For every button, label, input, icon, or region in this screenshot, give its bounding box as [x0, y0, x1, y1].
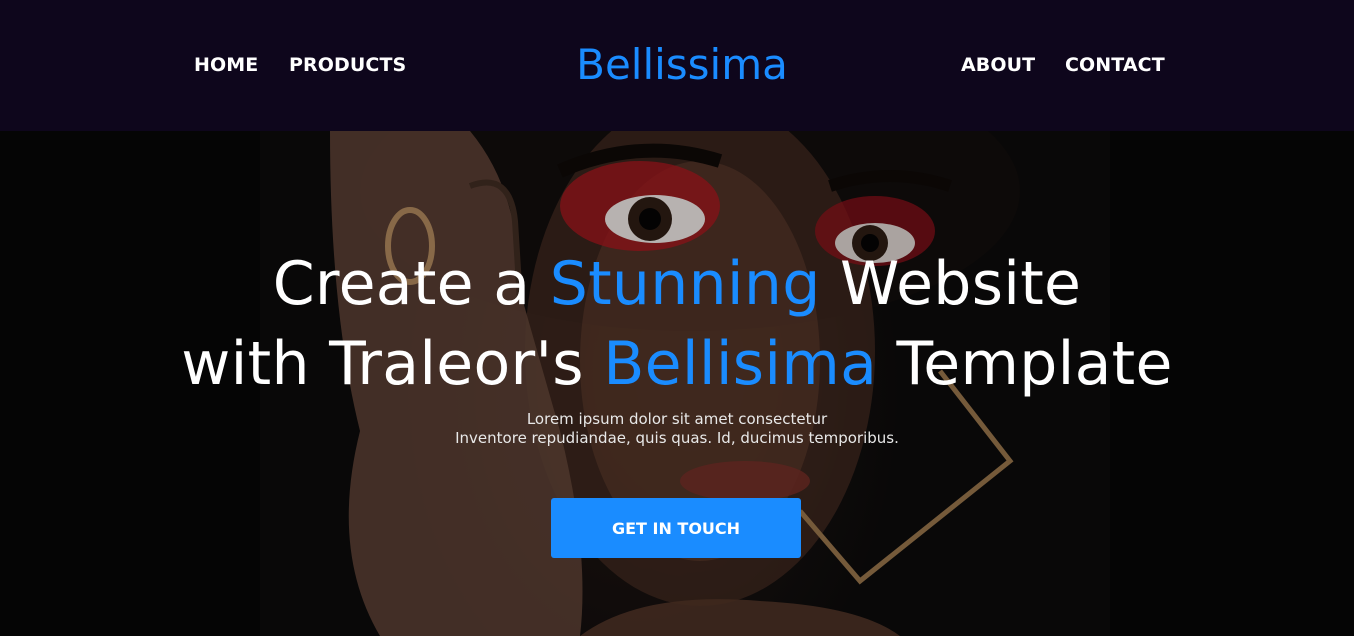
hero-title-text: Create a — [272, 249, 550, 319]
brand-logo[interactable]: Bellissima — [576, 40, 788, 89]
hero-subtitle: Lorem ipsum dolor sit amet consectetur I… — [0, 410, 1354, 448]
hero-subtitle-line-1: Lorem ipsum dolor sit amet consectetur — [526, 410, 828, 428]
navbar: HOME PRODUCTS Bellissima ABOUT CONTACT — [0, 0, 1354, 131]
get-in-touch-button[interactable]: GET IN TOUCH — [551, 498, 801, 558]
hero-title-line-2: with Traleor's Bellisima Template — [0, 324, 1354, 404]
hero-title-text: with Traleor's — [181, 329, 604, 399]
hero-title-accent: Bellisima — [603, 329, 878, 399]
hero-title: Create a Stunning Website with Traleor's… — [0, 244, 1354, 404]
landing-page: HOME PRODUCTS Bellissima ABOUT CONTACT C… — [0, 0, 1354, 636]
hero-section: Create a Stunning Website with Traleor's… — [0, 131, 1354, 636]
nav-link-about[interactable]: ABOUT — [961, 54, 1035, 76]
hero-subtitle-line-2: Inventore repudiandae, quis quas. Id, du… — [455, 429, 899, 447]
hero-title-accent: Stunning — [549, 249, 821, 319]
hero-title-text: Website — [820, 249, 1082, 319]
hero-title-line-1: Create a Stunning Website — [0, 244, 1354, 324]
nav-link-contact[interactable]: CONTACT — [1065, 54, 1165, 76]
hero-title-text: Template — [877, 329, 1173, 399]
